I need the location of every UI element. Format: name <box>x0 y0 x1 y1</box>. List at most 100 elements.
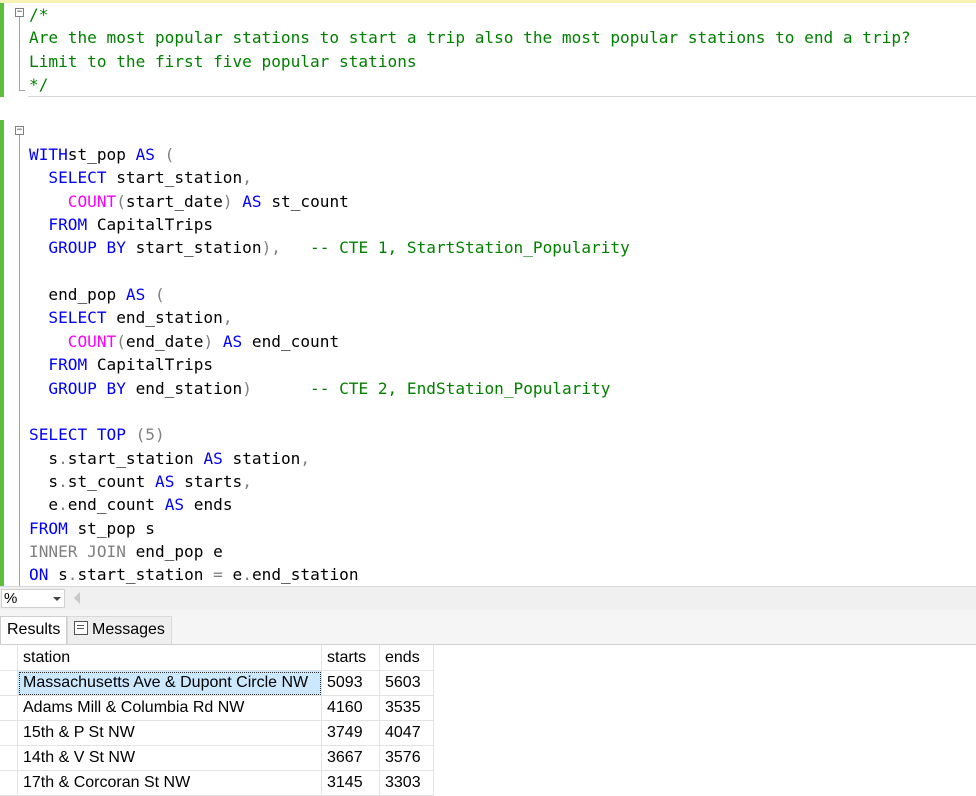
row-header[interactable] <box>0 745 18 771</box>
code-line[interactable] <box>29 96 911 119</box>
cell-ends[interactable]: 3303 <box>379 770 434 796</box>
code-line[interactable]: GROUP BY start_station), -- CTE 1, Start… <box>29 236 911 259</box>
code-line[interactable] <box>29 400 911 423</box>
cell-station[interactable]: 15th & P St NW <box>17 720 322 746</box>
comment-fold-line <box>19 17 20 90</box>
code-line[interactable]: FROM CapitalTrips <box>29 353 911 376</box>
code-token: ) <box>222 191 233 211</box>
code-token: (5) <box>125 425 165 445</box>
code-line[interactable]: /* <box>29 3 911 26</box>
code-token: AS <box>125 285 146 305</box>
column-header-ends[interactable]: ends <box>379 645 434 671</box>
cell-starts[interactable]: 3145 <box>321 770 380 796</box>
cell-starts[interactable]: 3667 <box>321 745 380 771</box>
code-line[interactable] <box>29 260 911 283</box>
code-token: AS <box>203 448 223 468</box>
code-line[interactable]: GROUP BY end_station) -- CTE 2, EndStati… <box>29 377 911 400</box>
cell-ends[interactable]: 3535 <box>379 695 434 721</box>
column-header-station[interactable]: station <box>17 645 322 671</box>
row-header[interactable] <box>0 670 18 696</box>
cell-station[interactable]: 17th & Corcoran St NW <box>17 770 322 796</box>
cell-ends[interactable]: 4047 <box>379 720 434 746</box>
code-token: end_count <box>242 331 340 351</box>
cell-starts[interactable]: 3749 <box>321 720 380 746</box>
code-line[interactable]: COUNT(start_date) AS st_count <box>29 190 911 213</box>
code-line[interactable]: s.start_station AS station, <box>29 447 911 470</box>
comment-fold-end <box>19 90 25 91</box>
cell-station[interactable]: Massachusetts Ave & Dupont Circle NW <box>17 670 322 696</box>
cell-starts[interactable]: 4160 <box>321 695 380 721</box>
code-line[interactable]: SELECT end_station, <box>29 306 911 329</box>
cell-station[interactable]: Adams Mill & Columbia Rd NW <box>17 695 322 721</box>
code-line[interactable]: end_pop AS ( <box>29 283 911 306</box>
code-token: s <box>29 471 59 491</box>
code-token: AS <box>164 495 185 515</box>
code-token: end_station <box>251 565 359 585</box>
code-line[interactable]: INNER JOIN end_pop e <box>29 540 911 563</box>
code-token: , <box>242 471 252 491</box>
code-line[interactable]: COUNT(end_date) AS end_count <box>29 330 911 353</box>
code-token: CapitalTrips <box>87 355 214 375</box>
code-token: ( <box>116 331 126 351</box>
collapse-comment-icon[interactable]: − <box>15 8 24 17</box>
tab-messages-label: Messages <box>92 621 165 638</box>
cell-ends[interactable]: 5603 <box>379 670 434 696</box>
code-token: end_count <box>67 495 165 515</box>
code-line[interactable]: FROM st_pop s <box>29 517 911 540</box>
code-line[interactable]: */ <box>29 73 911 96</box>
cell-station[interactable]: 14th & V St NW <box>17 745 322 771</box>
row-header-corner[interactable] <box>0 645 18 671</box>
code-token: ) <box>203 331 214 351</box>
sql-code[interactable]: /* Are the most popular stations to start… <box>29 3 911 586</box>
code-line[interactable]: Are the most popular stations to start a… <box>29 26 911 49</box>
row-header[interactable] <box>0 720 18 746</box>
code-line[interactable]: SELECT start_station, <box>29 166 911 189</box>
code-line[interactable]: WITHst_pop AS ( <box>29 143 911 166</box>
code-line[interactable] <box>29 120 911 143</box>
column-header-starts[interactable]: starts <box>321 645 380 671</box>
results-grid[interactable]: station starts ends Massachusetts Ave & … <box>0 644 976 796</box>
code-token: , <box>300 448 311 468</box>
row-header[interactable] <box>0 695 18 721</box>
code-token: WITH <box>29 145 68 165</box>
query-editor[interactable]: − − /* Are the most popular stations to s… <box>0 3 976 586</box>
scroll-left-arrow-icon[interactable] <box>74 592 80 604</box>
cell-ends[interactable]: 3576 <box>379 745 434 771</box>
code-token: SELECT <box>48 168 107 188</box>
with-fold-line <box>19 135 20 586</box>
code-line[interactable]: FROM CapitalTrips <box>29 213 911 236</box>
code-token: COUNT <box>67 191 117 211</box>
code-token: INNER JOIN <box>29 541 126 561</box>
code-token: FROM <box>29 518 68 538</box>
code-token: , <box>222 308 233 328</box>
change-bar-code <box>0 120 4 586</box>
collapse-with-icon[interactable]: − <box>15 126 24 135</box>
tab-results[interactable]: Results <box>0 616 67 644</box>
code-token: ( <box>145 285 165 305</box>
results-table: station starts ends Massachusetts Ave & … <box>0 645 434 796</box>
code-token: ), <box>261 238 281 258</box>
code-line[interactable]: ON s.start_station = e.end_station <box>29 563 911 586</box>
code-token: FROM <box>48 355 88 375</box>
code-line[interactable]: e.end_count AS ends <box>29 493 911 516</box>
code-line[interactable]: SELECT TOP (5) <box>29 423 911 446</box>
tab-results-label: Results <box>7 621 61 638</box>
table-row: Massachusetts Ave & Dupont Circle NW 509… <box>0 670 434 696</box>
code-token: AS <box>242 191 262 211</box>
code-line[interactable]: Limit to the first five popular stations <box>29 50 911 73</box>
tab-messages[interactable]: Messages <box>67 616 172 644</box>
code-line[interactable]: s.st_count AS starts, <box>29 470 911 493</box>
code-token: SELECT TOP <box>29 425 126 445</box>
row-header[interactable] <box>0 770 18 796</box>
zoom-dropdown[interactable]: % <box>1 589 65 608</box>
code-token: Are the most popular stations to start a… <box>29 28 911 48</box>
code-token: GROUP BY <box>48 378 126 398</box>
code-token: = <box>213 565 223 585</box>
cell-starts[interactable]: 5093 <box>321 670 380 696</box>
